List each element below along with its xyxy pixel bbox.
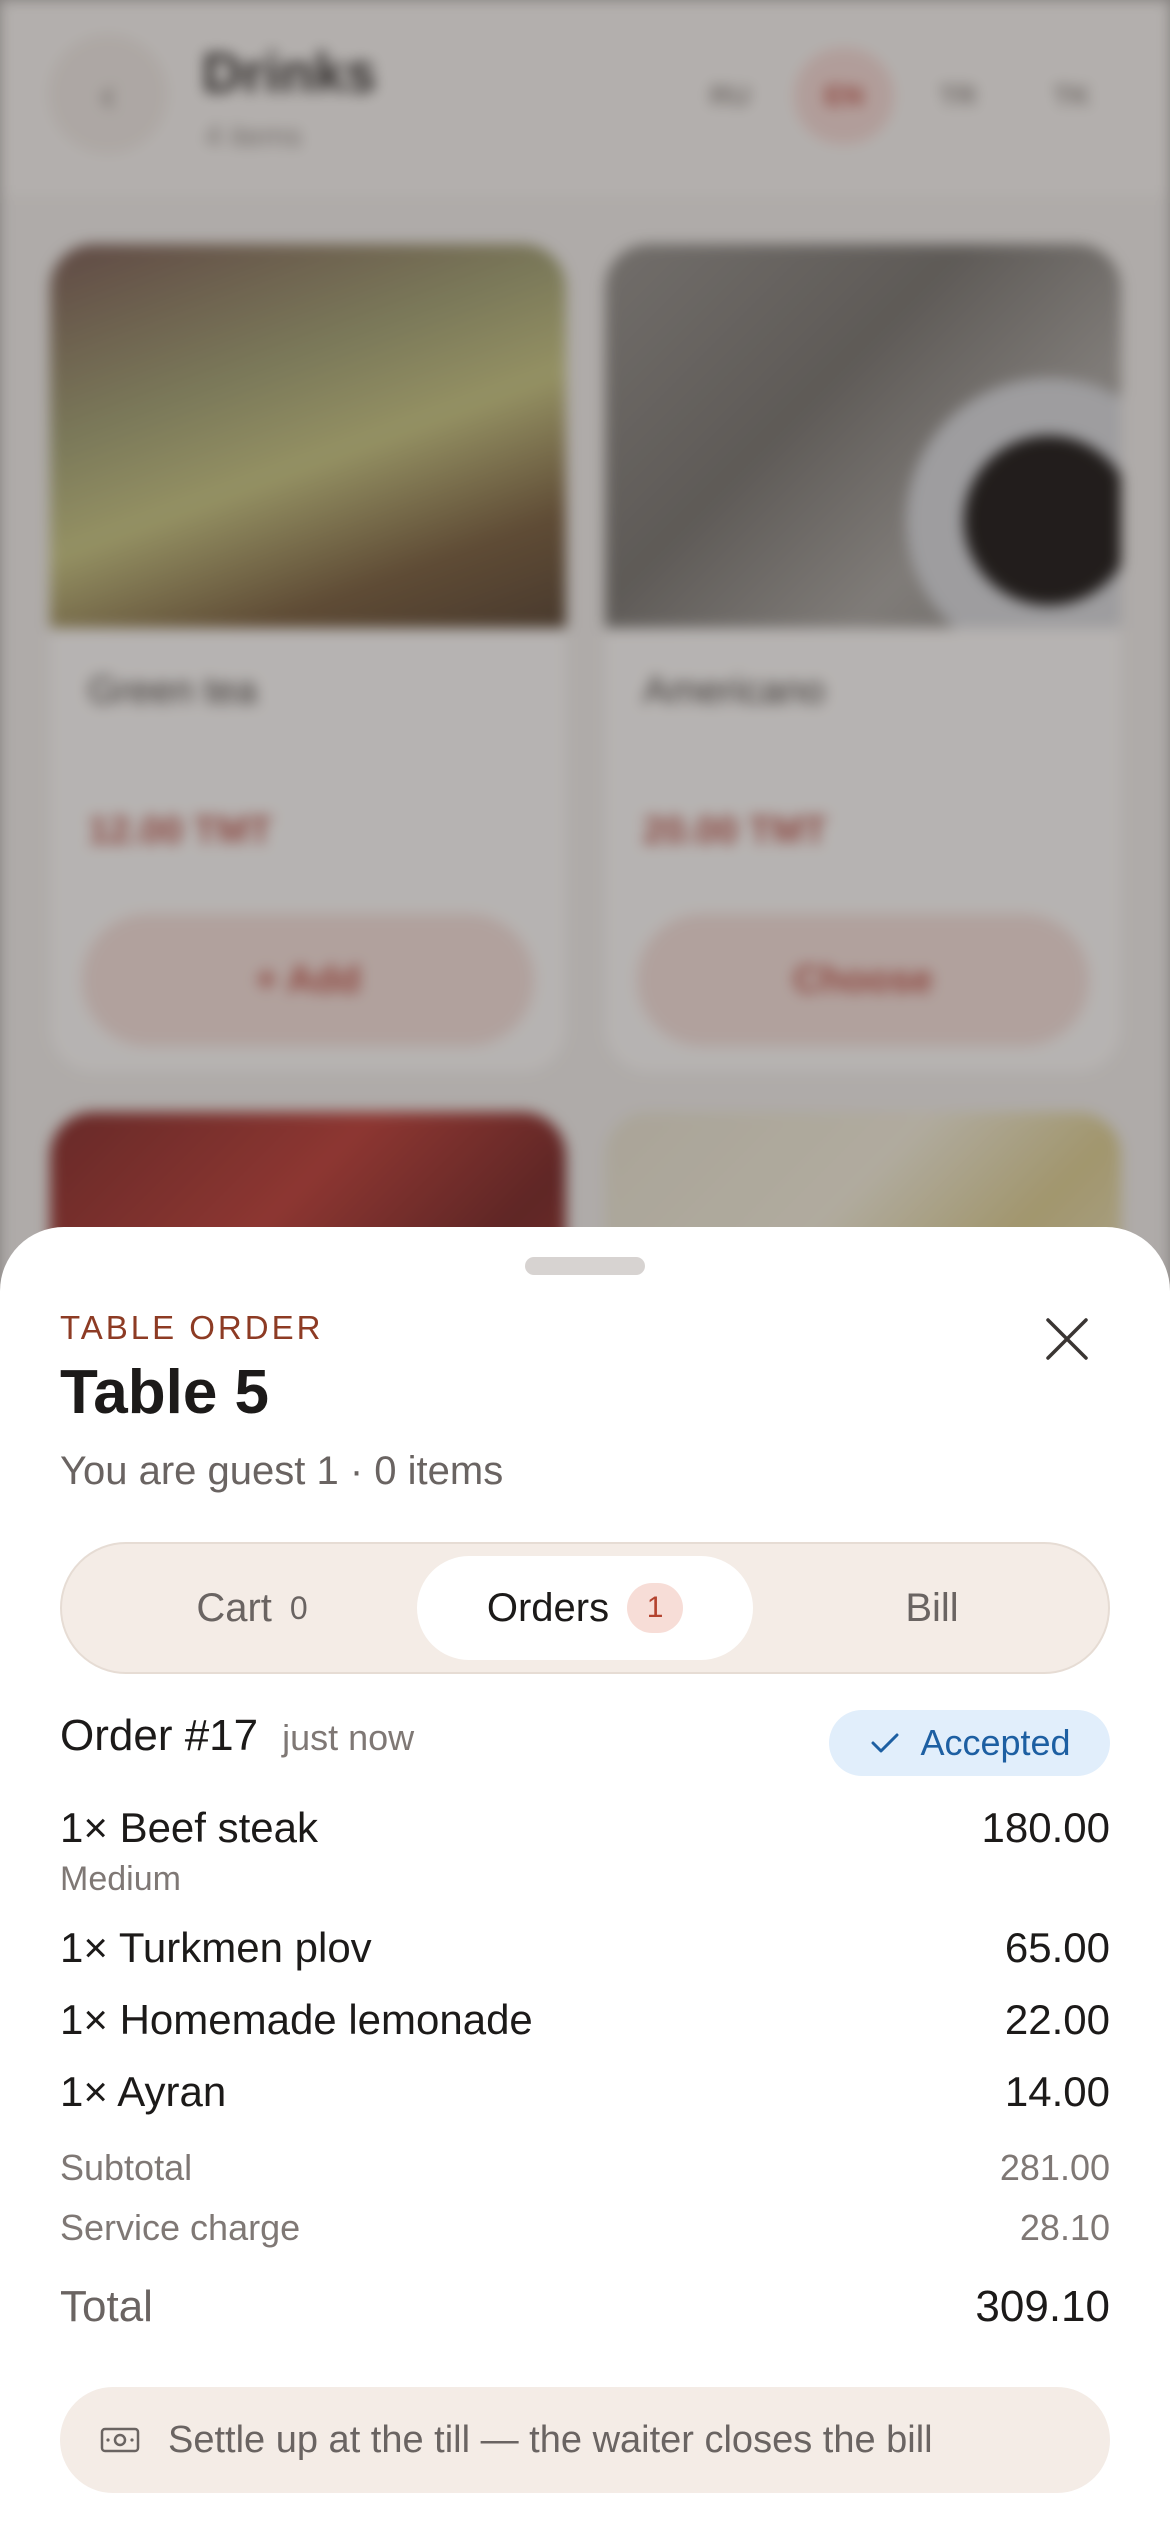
- item-qty: 1×: [60, 1804, 108, 1851]
- item-name: Turkmen plov: [118, 1924, 372, 1971]
- item-price: 65.00: [1004, 1924, 1110, 1971]
- item-name: Ayran: [117, 2068, 227, 2115]
- orders-count-badge: 1: [627, 1583, 684, 1633]
- subtotal-value: 281.00: [999, 2147, 1110, 2188]
- close-button[interactable]: [1030, 1302, 1104, 1376]
- settle-up-note: Settle up at the till — the waiter close…: [60, 2387, 1110, 2493]
- total-label: Total: [60, 2282, 153, 2331]
- item-qty: 1×: [60, 1996, 108, 2043]
- guest-info: You are guest 1 · 0 items: [60, 1449, 504, 1493]
- item-name: Beef steak: [119, 1804, 319, 1851]
- subtotal-label: Subtotal: [60, 2147, 193, 2188]
- status-label: Accepted: [920, 1722, 1071, 1763]
- item-name: Homemade lemonade: [119, 1996, 533, 2043]
- status-badge: Accepted: [829, 1710, 1110, 1776]
- sheet-eyebrow: TABLE ORDER: [60, 1309, 324, 1346]
- item-modifier: Medium: [60, 1860, 181, 1898]
- sheet-drag-handle[interactable]: [525, 1257, 645, 1275]
- item-price: 14.00: [1004, 2068, 1110, 2115]
- tab-label: Bill: [905, 1585, 959, 1630]
- cash-icon: [100, 2427, 140, 2453]
- order-item: 1× Homemade lemonade 22.00: [60, 1996, 1110, 2044]
- table-order-sheet: TABLE ORDER Table 5 You are guest 1 · 0 …: [0, 1227, 1170, 2532]
- service-charge-label: Service charge: [60, 2207, 301, 2248]
- tab-label: Cart: [196, 1585, 272, 1630]
- order-tabs: Cart 0 Orders 1 Bill: [60, 1542, 1110, 1674]
- tab-bill[interactable]: Bill: [767, 1556, 1097, 1660]
- order-number: Order #17: [60, 1711, 259, 1760]
- sheet-title: Table 5: [60, 1358, 270, 1427]
- service-charge-value: 28.10: [1019, 2207, 1110, 2248]
- order-item: 1× Turkmen plov 65.00: [60, 1924, 1110, 1972]
- tab-cart[interactable]: Cart 0: [102, 1556, 402, 1660]
- item-qty: 1×: [60, 1924, 108, 1971]
- total-row: Total 309.10: [60, 2282, 1110, 2332]
- subtotal-row: Subtotal 281.00: [60, 2147, 1110, 2189]
- close-icon: [1046, 1318, 1088, 1360]
- order-item: 1× Beef steak 180.00 Medium: [60, 1804, 1110, 1899]
- check-icon: [871, 1733, 899, 1753]
- cart-count: 0: [289, 1589, 308, 1626]
- total-value: 309.10: [975, 2282, 1110, 2331]
- tab-label: Orders: [486, 1585, 610, 1630]
- service-charge-row: Service charge 28.10: [60, 2207, 1110, 2249]
- item-price: 22.00: [1004, 1996, 1110, 2043]
- note-text: Settle up at the till — the waiter close…: [168, 2418, 933, 2461]
- order-time: just now: [282, 1717, 415, 1758]
- order-item: 1× Ayran 14.00: [60, 2068, 1110, 2116]
- item-qty: 1×: [60, 2068, 108, 2115]
- order-header: Order #17 just now: [60, 1711, 414, 1761]
- tab-orders[interactable]: Orders 1: [417, 1556, 753, 1660]
- item-price: 180.00: [981, 1804, 1110, 1851]
